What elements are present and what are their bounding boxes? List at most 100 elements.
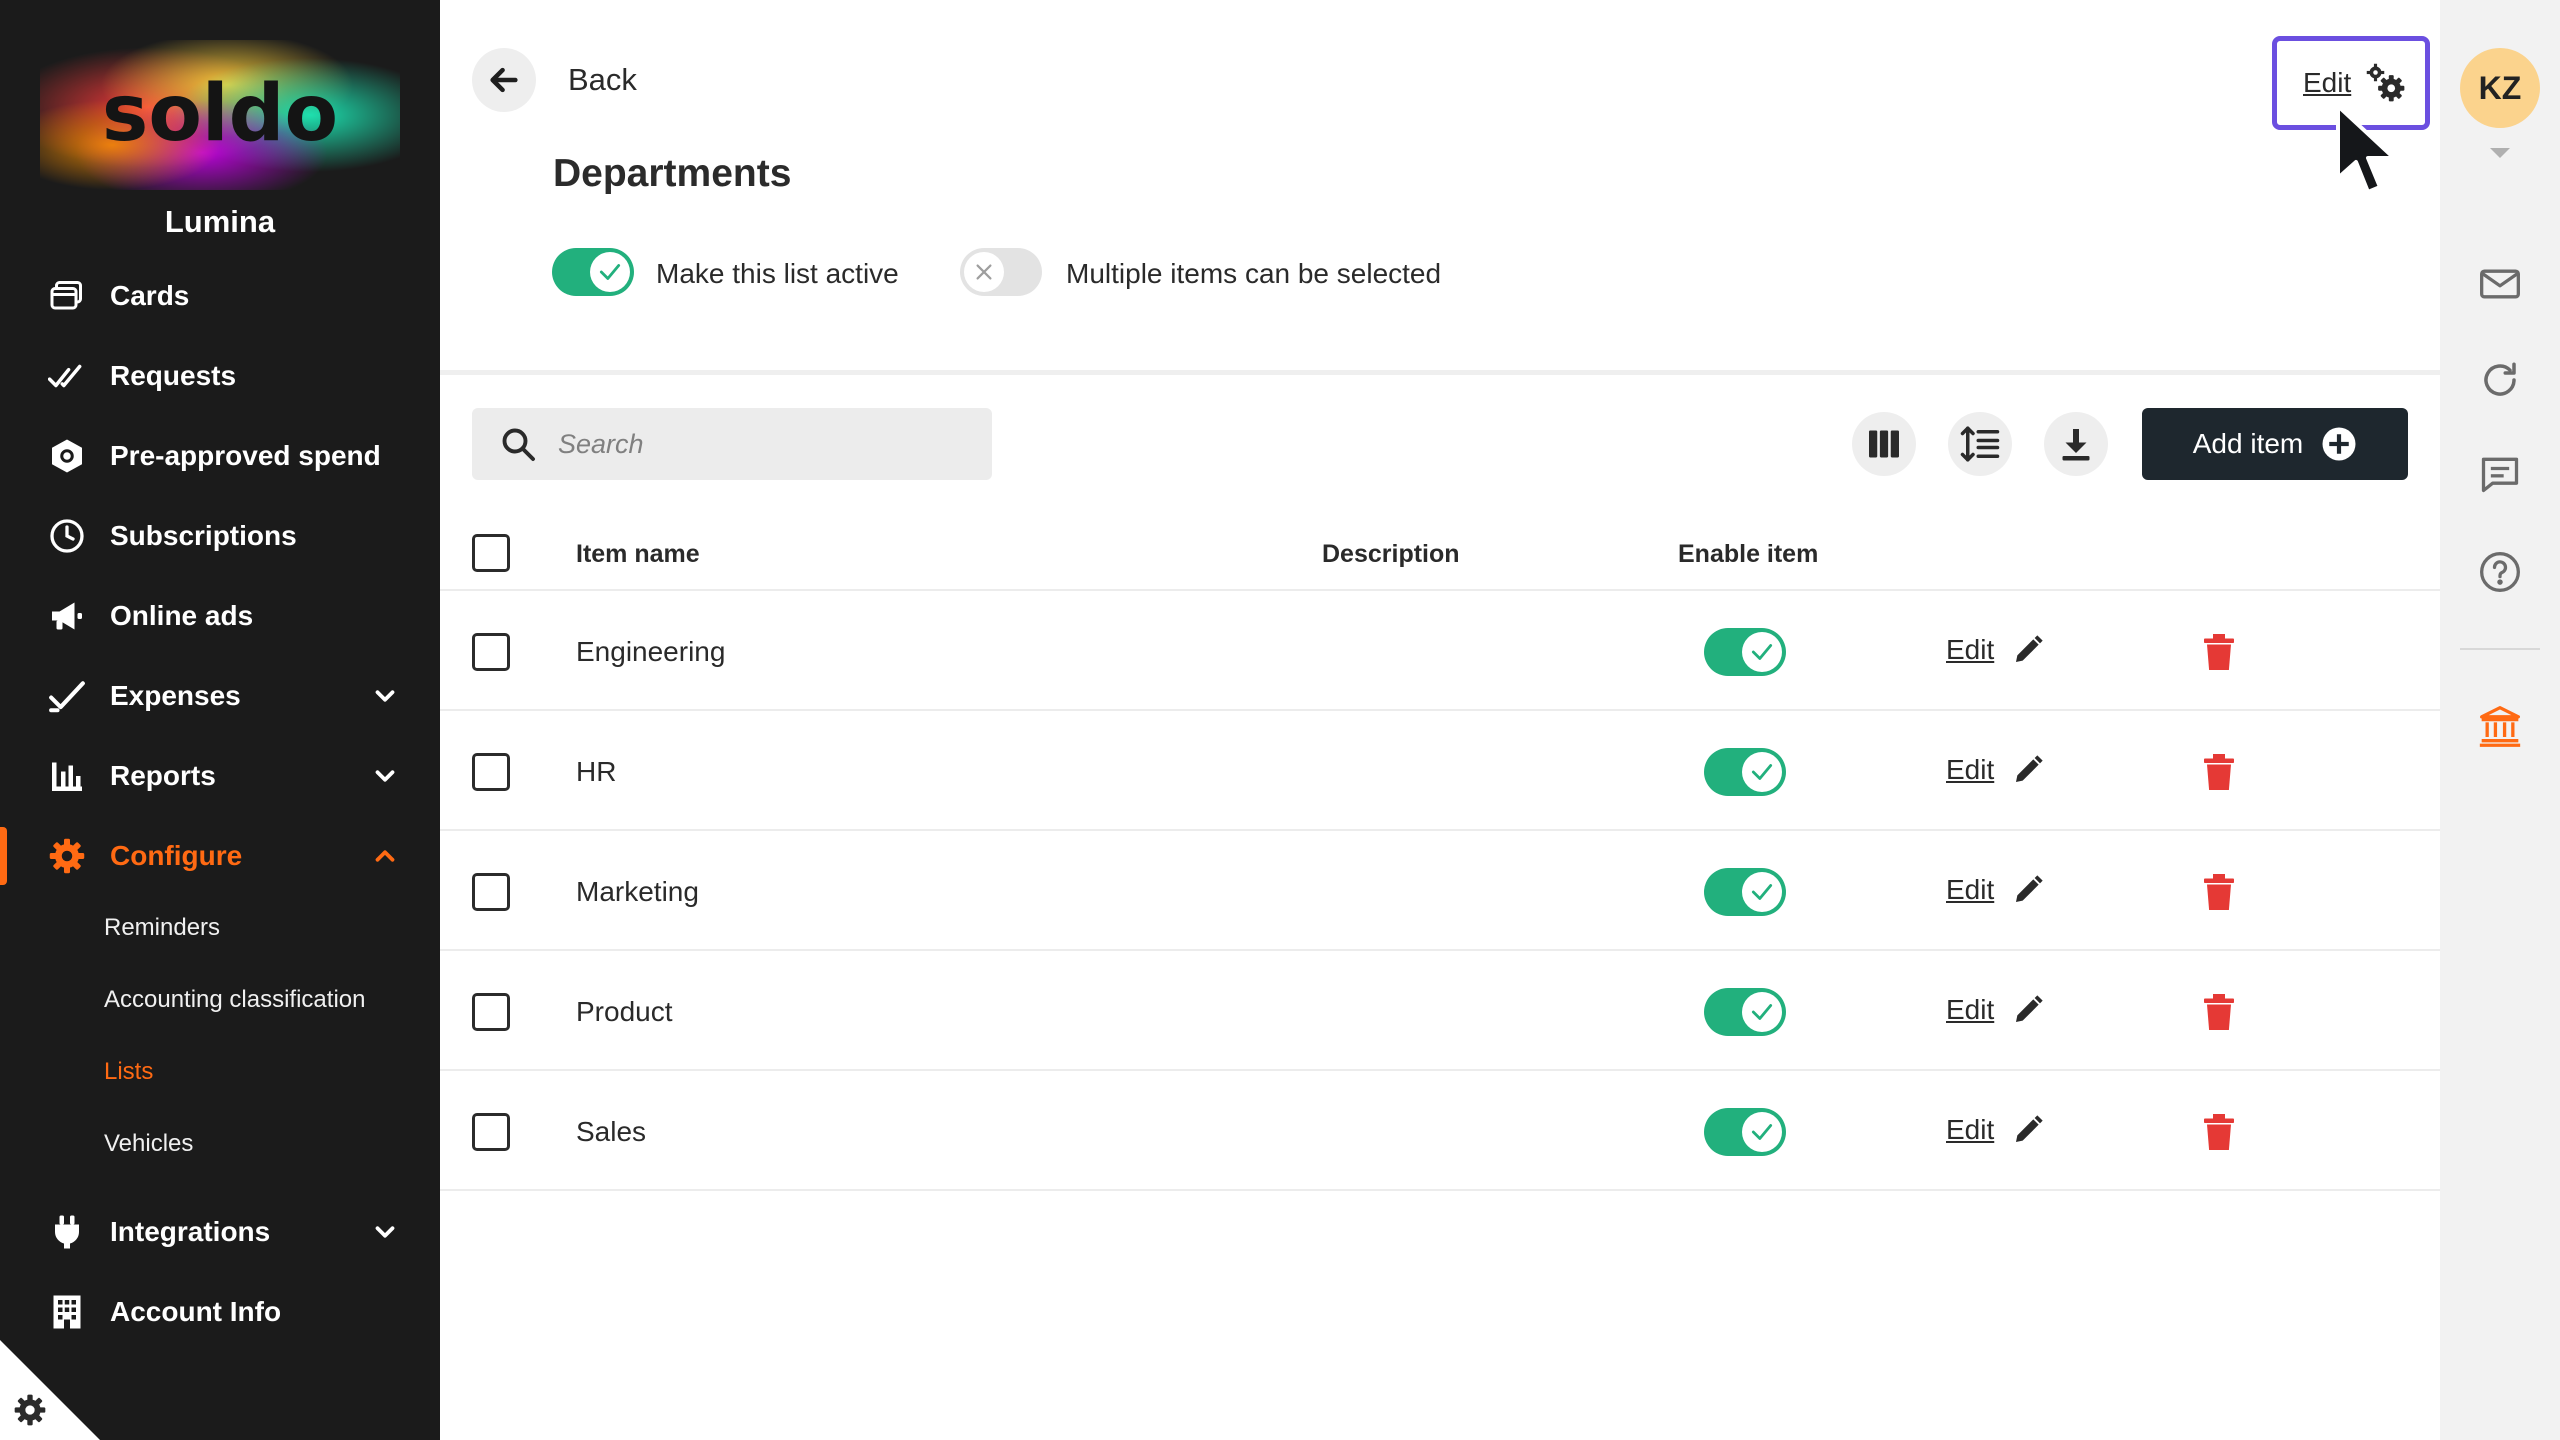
check-icon <box>1751 764 1773 780</box>
edit-row-button[interactable]: Edit <box>1946 754 2044 786</box>
list-active-label: Make this list active <box>656 258 899 289</box>
enable-item-toggle[interactable] <box>1704 628 1786 676</box>
edit-label: Edit <box>1946 754 1995 785</box>
sidebar-item-label: Cards <box>110 280 190 311</box>
svg-text:soldo: soldo <box>102 69 338 159</box>
chat-icon[interactable] <box>2474 448 2526 500</box>
row-divider <box>440 1189 2440 1191</box>
add-item-button[interactable]: Add item <box>2142 408 2408 480</box>
back-button[interactable] <box>472 48 536 112</box>
enable-item-toggle[interactable] <box>1704 988 1786 1036</box>
column-header-description: Description <box>1322 540 1460 568</box>
select-all-checkbox[interactable] <box>472 534 510 572</box>
list-active-toggle[interactable] <box>552 248 634 296</box>
sidebar-item-requests[interactable]: Requests <box>0 343 440 409</box>
mouse-cursor-icon <box>2336 104 2396 194</box>
x-icon <box>976 264 992 280</box>
row-divider <box>440 949 2440 951</box>
sidebar: soldo Lumina Cards Requests Pre-approved… <box>0 0 440 1440</box>
settings-gear-icon[interactable] <box>14 1394 46 1426</box>
enable-item-toggle[interactable] <box>1704 868 1786 916</box>
trash-icon[interactable] <box>2204 994 2234 1030</box>
item-name: Sales <box>576 1116 647 1147</box>
bar-chart-icon <box>48 757 86 795</box>
columns-icon <box>1869 430 1899 458</box>
enable-item-toggle[interactable] <box>1704 748 1786 796</box>
toggle-knob <box>1742 992 1782 1032</box>
sidebar-subitem-vehicles[interactable]: Vehicles <box>104 1130 193 1158</box>
edit-row-button[interactable]: Edit <box>1946 1114 2044 1146</box>
section-divider <box>440 370 2440 375</box>
gear-icon <box>48 837 86 875</box>
toggle-knob <box>590 252 630 292</box>
row-height-button[interactable] <box>1948 412 2012 476</box>
row-checkbox[interactable] <box>472 993 510 1031</box>
chevron-down-icon <box>375 770 395 782</box>
plus-circle-icon <box>2322 427 2356 461</box>
row-checkbox[interactable] <box>472 633 510 671</box>
check-icon <box>599 264 621 280</box>
edit-row-button[interactable]: Edit <box>1946 874 2044 906</box>
double-check-icon <box>48 357 86 395</box>
sidebar-item-configure[interactable]: Configure <box>0 823 440 889</box>
hexagon-icon <box>48 437 86 475</box>
sidebar-subitem-lists[interactable]: Lists <box>104 1058 153 1086</box>
enable-item-toggle[interactable] <box>1704 1108 1786 1156</box>
columns-button[interactable] <box>1852 412 1916 476</box>
back-link[interactable]: Back <box>568 62 637 98</box>
toggle-knob <box>1742 872 1782 912</box>
edit-label: Edit <box>1946 634 1995 665</box>
trash-icon[interactable] <box>2204 874 2234 910</box>
row-divider <box>440 1069 2440 1071</box>
help-icon[interactable] <box>2474 546 2526 598</box>
trash-icon[interactable] <box>2204 634 2234 670</box>
search-input[interactable] <box>558 428 958 460</box>
sidebar-item-reports[interactable]: Reports <box>0 743 440 809</box>
multiple-select-toggle[interactable] <box>960 248 1042 296</box>
check-icon <box>1751 644 1773 660</box>
trash-icon[interactable] <box>2204 1114 2234 1150</box>
edit-row-button[interactable]: Edit <box>1946 994 2044 1026</box>
search-box[interactable] <box>472 408 992 480</box>
edit-row-button[interactable]: Edit <box>1946 634 2044 666</box>
item-name: Marketing <box>576 876 699 907</box>
sidebar-item-label: Configure <box>110 840 243 871</box>
arrow-left-icon <box>490 67 518 93</box>
sidebar-item-expenses[interactable]: Expenses <box>0 663 440 729</box>
sidebar-item-label: Requests <box>110 360 237 391</box>
sidebar-item-subscriptions[interactable]: Subscriptions <box>0 503 440 569</box>
toggle-knob <box>1742 752 1782 792</box>
download-button[interactable] <box>2044 412 2108 476</box>
sidebar-item-integrations[interactable]: Integrations <box>0 1199 440 1265</box>
row-checkbox[interactable] <box>472 1113 510 1151</box>
toggle-knob <box>964 252 1004 292</box>
bank-icon[interactable] <box>2474 700 2526 752</box>
sidebar-item-account-info[interactable]: Account Info <box>0 1279 440 1345</box>
mail-icon[interactable] <box>2474 258 2526 310</box>
page-title: Departments <box>553 152 792 195</box>
building-icon <box>48 1293 86 1331</box>
sidebar-item-online-ads[interactable]: Online ads <box>0 583 440 649</box>
sidebar-subitem-reminders[interactable]: Reminders <box>104 914 220 942</box>
add-item-label: Add item <box>2192 428 2304 459</box>
trash-icon[interactable] <box>2204 754 2234 790</box>
line-height-icon <box>1960 426 2000 462</box>
clock-icon <box>48 517 86 555</box>
sidebar-item-label: Integrations <box>110 1216 271 1247</box>
row-checkbox[interactable] <box>472 873 510 911</box>
multiple-select-label: Multiple items can be selected <box>1066 258 1442 289</box>
refresh-icon[interactable] <box>2474 354 2526 406</box>
sidebar-item-pre-approved-spend[interactable]: Pre-approved spend <box>0 423 440 489</box>
soldo-logo: soldo <box>40 40 400 190</box>
sidebar-subitem-accounting-classification[interactable]: Accounting classification <box>104 986 365 1014</box>
sidebar-item-cards[interactable]: Cards <box>0 263 440 329</box>
pencil-icon <box>2016 995 2043 1022</box>
pencil-icon <box>2016 1115 2043 1142</box>
avatar-caret-icon[interactable] <box>2490 148 2510 158</box>
download-icon <box>2062 429 2090 461</box>
megaphone-icon <box>48 597 86 635</box>
user-avatar[interactable]: KZ <box>2460 48 2540 128</box>
column-header-enable-item: Enable item <box>1678 540 1819 568</box>
row-checkbox[interactable] <box>472 753 510 791</box>
chevron-down-icon <box>375 1226 395 1238</box>
